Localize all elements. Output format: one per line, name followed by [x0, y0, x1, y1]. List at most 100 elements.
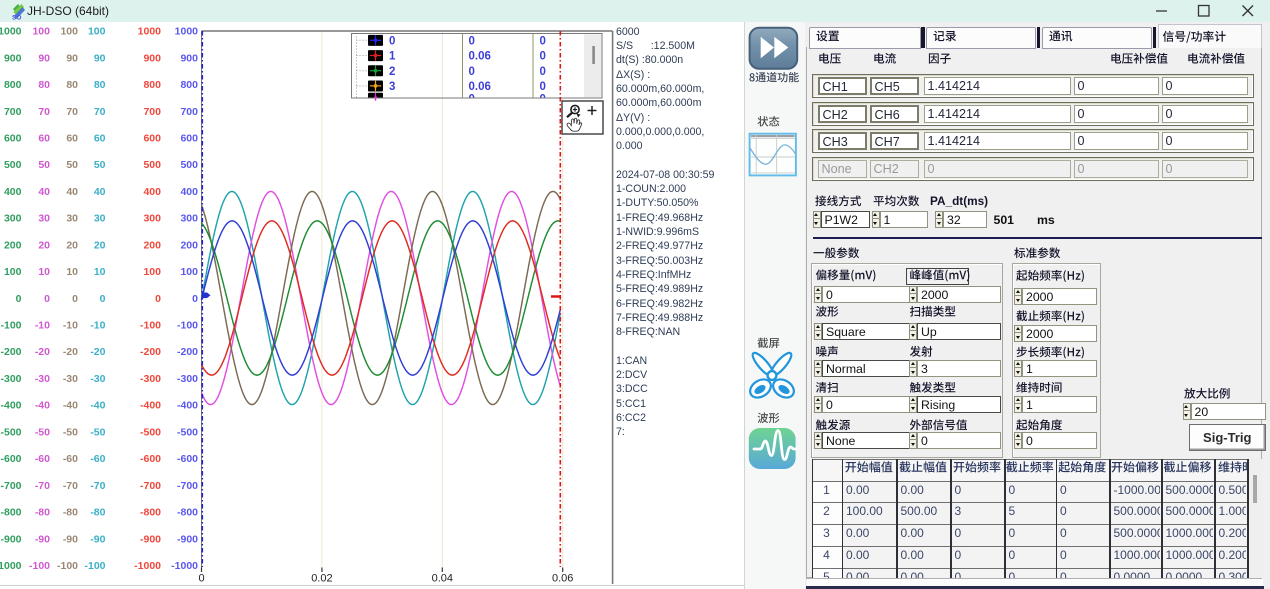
svg-text:70: 70 [38, 106, 50, 118]
svg-text:800: 800 [180, 79, 198, 91]
svg-text:600: 600 [4, 133, 22, 145]
svg-text:0: 0 [44, 293, 50, 305]
svg-text:0.02: 0.02 [311, 573, 332, 585]
svg-text:-20: -20 [90, 346, 105, 358]
svg-text:-1000: -1000 [0, 560, 22, 572]
svg-text:-100: -100 [84, 560, 105, 572]
svg-text:-10: -10 [63, 320, 78, 332]
svg-text:-800: -800 [177, 507, 198, 519]
svg-text:400: 400 [143, 186, 161, 198]
svg-text:60: 60 [66, 133, 78, 145]
svg-text:-800: -800 [0, 507, 21, 519]
svg-text:-60: -60 [35, 453, 50, 465]
svg-text:100: 100 [143, 266, 161, 278]
svg-text:-30: -30 [63, 373, 78, 385]
svg-text:-100: -100 [177, 320, 198, 332]
svg-text:-600: -600 [140, 453, 161, 465]
svg-text:20: 20 [66, 239, 78, 251]
svg-text:-70: -70 [90, 480, 105, 492]
svg-text:-800: -800 [140, 507, 161, 519]
svg-text:700: 700 [4, 106, 22, 118]
svg-text:-60: -60 [90, 453, 105, 465]
svg-text:10: 10 [38, 266, 50, 278]
svg-text:100: 100 [60, 26, 78, 38]
svg-text:80: 80 [66, 79, 78, 91]
svg-text:0.06: 0.06 [469, 51, 491, 63]
svg-text:-200: -200 [177, 346, 198, 358]
svg-text:300: 300 [143, 213, 161, 225]
svg-text:0: 0 [100, 293, 106, 305]
svg-text:-90: -90 [35, 533, 50, 545]
svg-text:100: 100 [4, 266, 22, 278]
svg-text:50: 50 [94, 159, 106, 171]
svg-text:900: 900 [143, 52, 161, 64]
svg-text:1000: 1000 [175, 26, 199, 38]
svg-text:80: 80 [38, 79, 50, 91]
svg-text:-400: -400 [0, 400, 21, 412]
svg-text:-500: -500 [0, 426, 21, 438]
svg-text:-900: -900 [177, 533, 198, 545]
svg-text:0: 0 [469, 36, 475, 48]
svg-text:-50: -50 [63, 426, 78, 438]
svg-text:90: 90 [94, 52, 106, 64]
svg-text:0: 0 [72, 293, 78, 305]
svg-text:-100: -100 [0, 320, 21, 332]
svg-text:500: 500 [143, 159, 161, 171]
svg-text:100: 100 [88, 26, 106, 38]
svg-text:70: 70 [66, 106, 78, 118]
svg-text:1000: 1000 [0, 26, 22, 38]
svg-text:30: 30 [38, 213, 50, 225]
svg-text:-10: -10 [90, 320, 105, 332]
svg-text:-30: -30 [90, 373, 105, 385]
svg-text:-700: -700 [177, 480, 198, 492]
svg-text:500: 500 [4, 159, 22, 171]
svg-text:0: 0 [389, 36, 395, 48]
svg-text:200: 200 [180, 239, 198, 251]
svg-text:0: 0 [16, 293, 22, 305]
svg-text:-1000: -1000 [171, 560, 198, 572]
svg-text:0.06: 0.06 [469, 81, 491, 93]
svg-text:50: 50 [38, 159, 50, 171]
svg-text:-50: -50 [35, 426, 50, 438]
svg-text:1: 1 [389, 51, 396, 63]
svg-text:-80: -80 [90, 507, 105, 519]
svg-text:30: 30 [66, 213, 78, 225]
svg-text:3: 3 [389, 81, 395, 93]
svg-text:-300: -300 [0, 373, 21, 385]
svg-text:60: 60 [38, 133, 50, 145]
svg-text:500: 500 [180, 159, 198, 171]
svg-text:-500: -500 [177, 426, 198, 438]
svg-text:-500: -500 [140, 426, 161, 438]
svg-text:300: 300 [180, 213, 198, 225]
svg-text:-200: -200 [0, 346, 21, 358]
svg-text:-900: -900 [0, 533, 21, 545]
svg-text:1000: 1000 [138, 26, 162, 38]
svg-text:20: 20 [94, 239, 106, 251]
svg-text:-60: -60 [63, 453, 78, 465]
svg-text:40: 40 [38, 186, 50, 198]
svg-text:-70: -70 [35, 480, 50, 492]
svg-text:-30: -30 [35, 373, 50, 385]
svg-text:0: 0 [540, 51, 546, 63]
svg-text:-100: -100 [140, 320, 161, 332]
svg-text:900: 900 [180, 52, 198, 64]
svg-text:0: 0 [192, 293, 198, 305]
svg-text:100: 100 [32, 26, 50, 38]
svg-text:700: 700 [143, 106, 161, 118]
svg-text:-80: -80 [35, 507, 50, 519]
svg-text:900: 900 [4, 52, 22, 64]
svg-text:800: 800 [4, 79, 22, 91]
svg-text:2: 2 [389, 66, 395, 78]
svg-text:-300: -300 [177, 373, 198, 385]
svg-text:-10: -10 [35, 320, 50, 332]
svg-text:0: 0 [469, 66, 475, 78]
svg-text:700: 700 [180, 106, 198, 118]
svg-text:0: 0 [540, 36, 546, 48]
svg-text:100: 100 [180, 266, 198, 278]
svg-text:400: 400 [4, 186, 22, 198]
svg-text:0: 0 [155, 293, 161, 305]
svg-text:300: 300 [4, 213, 22, 225]
svg-text:70: 70 [94, 106, 106, 118]
svg-text:90: 90 [38, 52, 50, 64]
svg-text:0: 0 [198, 573, 204, 585]
